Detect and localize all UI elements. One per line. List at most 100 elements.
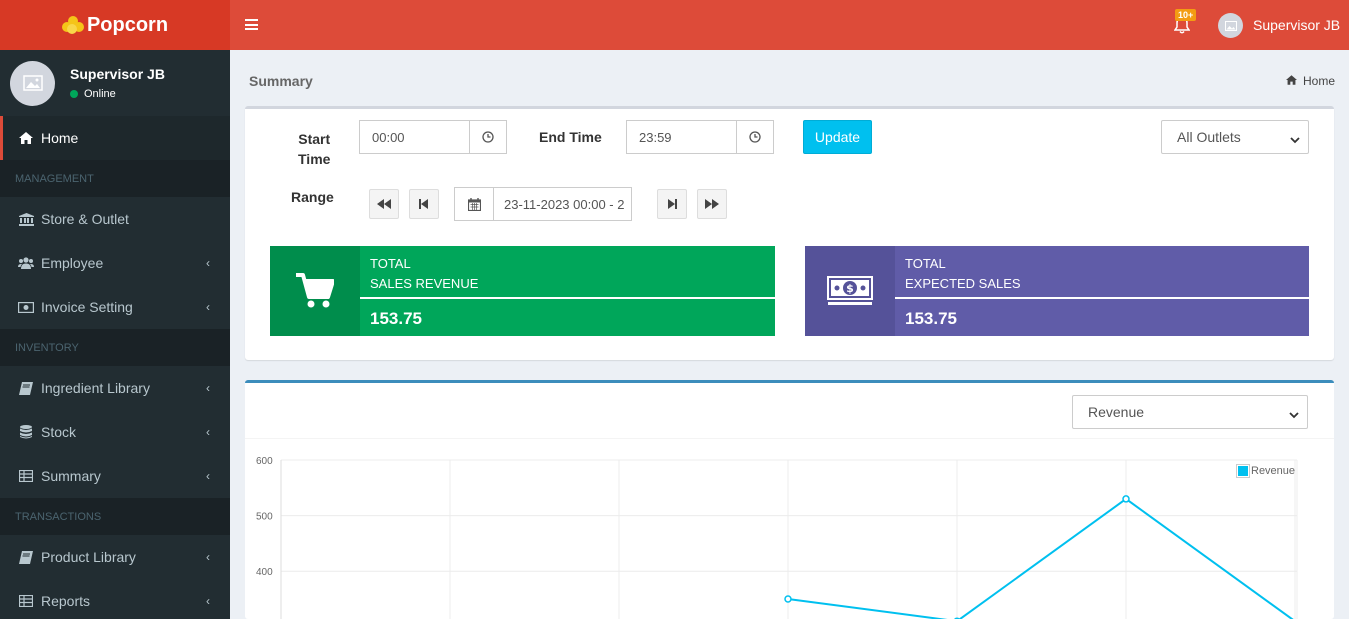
chevron-left-icon: ‹ bbox=[206, 381, 210, 395]
clock-icon[interactable] bbox=[737, 121, 773, 153]
end-time-input[interactable]: 23:59 bbox=[626, 120, 774, 154]
date-range-input[interactable]: 23-11-2023 00:00 - 2 bbox=[454, 187, 632, 221]
start-time-label-line2: Time bbox=[298, 151, 331, 167]
money-icon: $ bbox=[805, 246, 895, 336]
sidebar-item-label: Stock bbox=[41, 424, 77, 440]
popcorn-logo-icon bbox=[61, 16, 84, 34]
clock-icon[interactable] bbox=[470, 121, 506, 153]
expected-card-label-1: TOTAL bbox=[905, 256, 946, 271]
money-icon bbox=[18, 300, 34, 314]
shopping-cart-icon bbox=[270, 246, 360, 336]
chevron-left-icon: ‹ bbox=[206, 594, 210, 608]
top-navbar: 10+ Supervisor JB bbox=[230, 0, 1349, 50]
user-panel: Supervisor JB Online bbox=[0, 50, 230, 116]
y-tick-label: 400 bbox=[256, 567, 273, 578]
end-time-label: End Time bbox=[539, 129, 602, 145]
sidebar-item-label: Employee bbox=[41, 255, 104, 271]
sidebar-item-invoice-setting[interactable]: Invoice Setting ‹ bbox=[0, 285, 230, 329]
sidebar: Popcorn Supervisor JB Online Home MANAGE… bbox=[0, 0, 230, 619]
legend-label: Revenue bbox=[1251, 465, 1296, 477]
expected-card-value: 153.75 bbox=[905, 309, 957, 328]
table-icon bbox=[18, 469, 34, 483]
breadcrumb-home[interactable]: Home bbox=[1303, 74, 1335, 88]
table-icon bbox=[18, 594, 34, 608]
home-icon bbox=[1286, 74, 1297, 88]
chevron-left-icon: ‹ bbox=[206, 550, 210, 564]
sidebar-item-label: Product Library bbox=[41, 549, 136, 565]
chevron-left-icon: ‹ bbox=[206, 425, 210, 439]
sidebar-item-label: Invoice Setting bbox=[41, 299, 133, 315]
sidebar-item-label: Summary bbox=[41, 468, 101, 484]
total-sales-revenue-card: TOTAL SALES REVENUE 153.75 bbox=[270, 246, 775, 336]
user-name: Supervisor JB bbox=[70, 66, 165, 82]
start-time-value[interactable]: 00:00 bbox=[360, 121, 470, 153]
bank-icon bbox=[18, 212, 34, 226]
legend-swatch bbox=[1236, 464, 1250, 478]
user-status-text: Online bbox=[84, 88, 116, 100]
chart-legend[interactable]: Revenue bbox=[1236, 464, 1296, 478]
home-icon bbox=[18, 131, 34, 145]
start-time-label: Start Time bbox=[298, 129, 330, 169]
chart-box: Revenue 600 500 400 Revenue bbox=[245, 380, 1334, 619]
revenue-progress-bar bbox=[360, 297, 775, 299]
users-icon bbox=[18, 256, 34, 270]
calendar-icon[interactable] bbox=[455, 188, 494, 220]
page-title: Summary bbox=[249, 73, 313, 89]
step-backward-button[interactable] bbox=[409, 189, 439, 219]
sidebar-item-product-library[interactable]: Product Library ‹ bbox=[0, 535, 230, 579]
total-expected-sales-card: $ TOTAL EXPECTED SALES 153.75 bbox=[805, 246, 1309, 336]
chart-metric-value: Revenue bbox=[1088, 404, 1145, 420]
avatar bbox=[10, 60, 55, 106]
outlet-select[interactable]: All Outlets bbox=[1161, 120, 1309, 154]
end-time-value[interactable]: 23:59 bbox=[627, 121, 737, 153]
app-name: Popcorn bbox=[86, 13, 169, 36]
app-logo[interactable]: Popcorn bbox=[0, 0, 230, 50]
user-status: Online bbox=[70, 88, 165, 100]
date-range-value[interactable]: 23-11-2023 00:00 - 2 bbox=[494, 188, 631, 220]
sidebar-item-employee[interactable]: Employee ‹ bbox=[0, 241, 230, 285]
breadcrumb[interactable]: Home bbox=[1286, 74, 1335, 88]
sidebar-item-stock[interactable]: Stock ‹ bbox=[0, 410, 230, 454]
fast-forward-icon bbox=[705, 199, 719, 209]
sidebar-item-store-outlet[interactable]: Store & Outlet bbox=[0, 197, 230, 241]
start-time-label-line1: Start bbox=[298, 131, 331, 147]
series-line-revenue bbox=[787, 497, 1294, 619]
step-forward-button[interactable] bbox=[657, 189, 687, 219]
y-tick-label: 500 bbox=[256, 512, 273, 523]
expected-card-label-2: EXPECTED SALES bbox=[905, 276, 1021, 291]
range-label: Range bbox=[291, 189, 334, 205]
revenue-card-label-2: SALES REVENUE bbox=[370, 276, 479, 291]
sidebar-item-label: Reports bbox=[41, 593, 91, 609]
chevron-down-icon bbox=[1290, 132, 1300, 148]
sidebar-item-label: Ingredient Library bbox=[41, 380, 150, 396]
sidebar-item-reports[interactable]: Reports ‹ bbox=[0, 579, 230, 619]
data-point bbox=[1122, 495, 1130, 503]
y-tick-label: 600 bbox=[256, 456, 273, 467]
menu-header-inventory: INVENTORY bbox=[0, 329, 230, 366]
fast-backward-icon bbox=[377, 199, 391, 209]
step-forward-icon bbox=[668, 199, 677, 209]
book-icon bbox=[18, 381, 34, 395]
fast-forward-button[interactable] bbox=[697, 189, 727, 219]
avatar[interactable] bbox=[1218, 13, 1243, 38]
menu-header-management: MANAGEMENT bbox=[0, 160, 230, 197]
database-icon bbox=[18, 425, 34, 439]
menu-toggle-icon[interactable] bbox=[245, 19, 258, 30]
data-point bbox=[784, 595, 792, 603]
chevron-left-icon: ‹ bbox=[206, 256, 210, 270]
online-dot-icon bbox=[70, 90, 78, 98]
top-user-name[interactable]: Supervisor JB bbox=[1253, 17, 1340, 33]
sidebar-item-ingredient-library[interactable]: Ingredient Library ‹ bbox=[0, 366, 230, 410]
sidebar-item-summary[interactable]: Summary ‹ bbox=[0, 454, 230, 498]
chart-metric-select[interactable]: Revenue bbox=[1072, 395, 1308, 429]
sidebar-item-label: Home bbox=[41, 130, 79, 146]
sidebar-item-label: Store & Outlet bbox=[41, 211, 129, 227]
summary-filter-box: Start Time 00:00 End Time 23:59 Update A… bbox=[245, 106, 1334, 360]
start-time-input[interactable]: 00:00 bbox=[359, 120, 507, 154]
menu-header-transactions: TRANSACTIONS bbox=[0, 498, 230, 535]
update-button[interactable]: Update bbox=[803, 120, 872, 154]
fast-backward-button[interactable] bbox=[369, 189, 399, 219]
sidebar-item-home[interactable]: Home bbox=[0, 116, 230, 160]
book-icon bbox=[18, 550, 34, 564]
step-backward-icon bbox=[419, 199, 428, 209]
